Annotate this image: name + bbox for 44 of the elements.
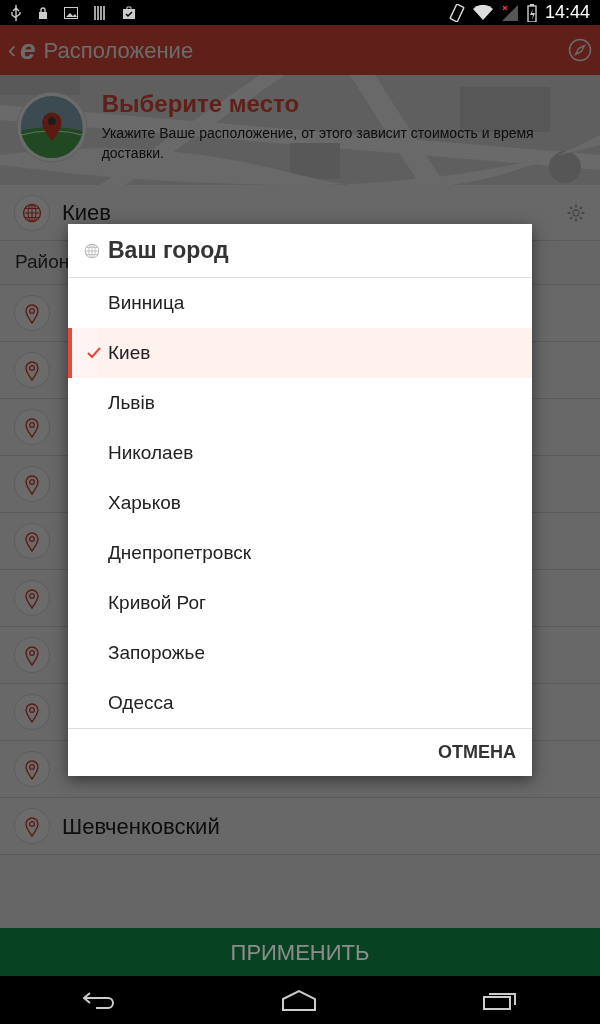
lock-icon — [38, 6, 48, 19]
city-option[interactable]: Днепропетровск — [68, 528, 532, 578]
header-title: Выберите место — [101, 90, 301, 119]
city-option[interactable]: Запорожье — [68, 628, 532, 678]
barcode-icon — [94, 5, 106, 20]
city-option[interactable]: Винница — [68, 278, 532, 328]
location-pin-icon — [22, 302, 42, 324]
city-option[interactable]: Одесса — [68, 678, 532, 728]
header-text: Укажите Ваше расположение, от этого зависит стоимость и время доставки. — [101, 123, 535, 164]
battery-icon — [526, 3, 537, 22]
location-pin-icon — [22, 473, 42, 495]
clock-time: 14:44 — [544, 1, 590, 24]
location-pin-icon — [22, 359, 42, 381]
globe-icon — [22, 202, 42, 223]
signal-icon — [500, 4, 519, 21]
city-option[interactable]: Львів — [68, 378, 532, 428]
location-pin-icon — [22, 644, 42, 666]
screen-title: Расположение — [43, 36, 195, 65]
city-option[interactable]: Харьков — [68, 478, 532, 528]
city-name: Киев — [62, 199, 113, 227]
city-option[interactable]: Киев — [68, 328, 532, 378]
section-label: Район — [15, 250, 70, 275]
briefcase-icon — [122, 5, 136, 20]
globe-icon — [84, 242, 100, 259]
city-option[interactable]: Николаев — [68, 428, 532, 478]
checkmark-icon — [87, 347, 101, 359]
location-pin-icon — [22, 587, 42, 609]
image-icon — [64, 6, 78, 19]
location-pin-icon — [22, 416, 42, 438]
phone-icon — [448, 3, 465, 22]
district-name: Шевченковский — [62, 812, 220, 841]
dialog-title: Ваш город — [108, 236, 229, 266]
location-pin-icon — [22, 701, 42, 723]
location-pin-icon — [16, 90, 88, 164]
usb-icon — [10, 4, 22, 21]
location-pin-icon — [22, 530, 42, 552]
location-pin-icon — [22, 758, 42, 780]
city-option[interactable]: Кривой Рог — [68, 578, 532, 628]
back-icon[interactable] — [82, 989, 117, 1011]
app-logo: e — [20, 33, 36, 67]
cancel-button[interactable]: ОТМЕНА — [436, 735, 518, 770]
location-pin-icon — [22, 815, 42, 837]
home-icon[interactable] — [281, 989, 317, 1011]
wifi-icon — [472, 4, 493, 21]
